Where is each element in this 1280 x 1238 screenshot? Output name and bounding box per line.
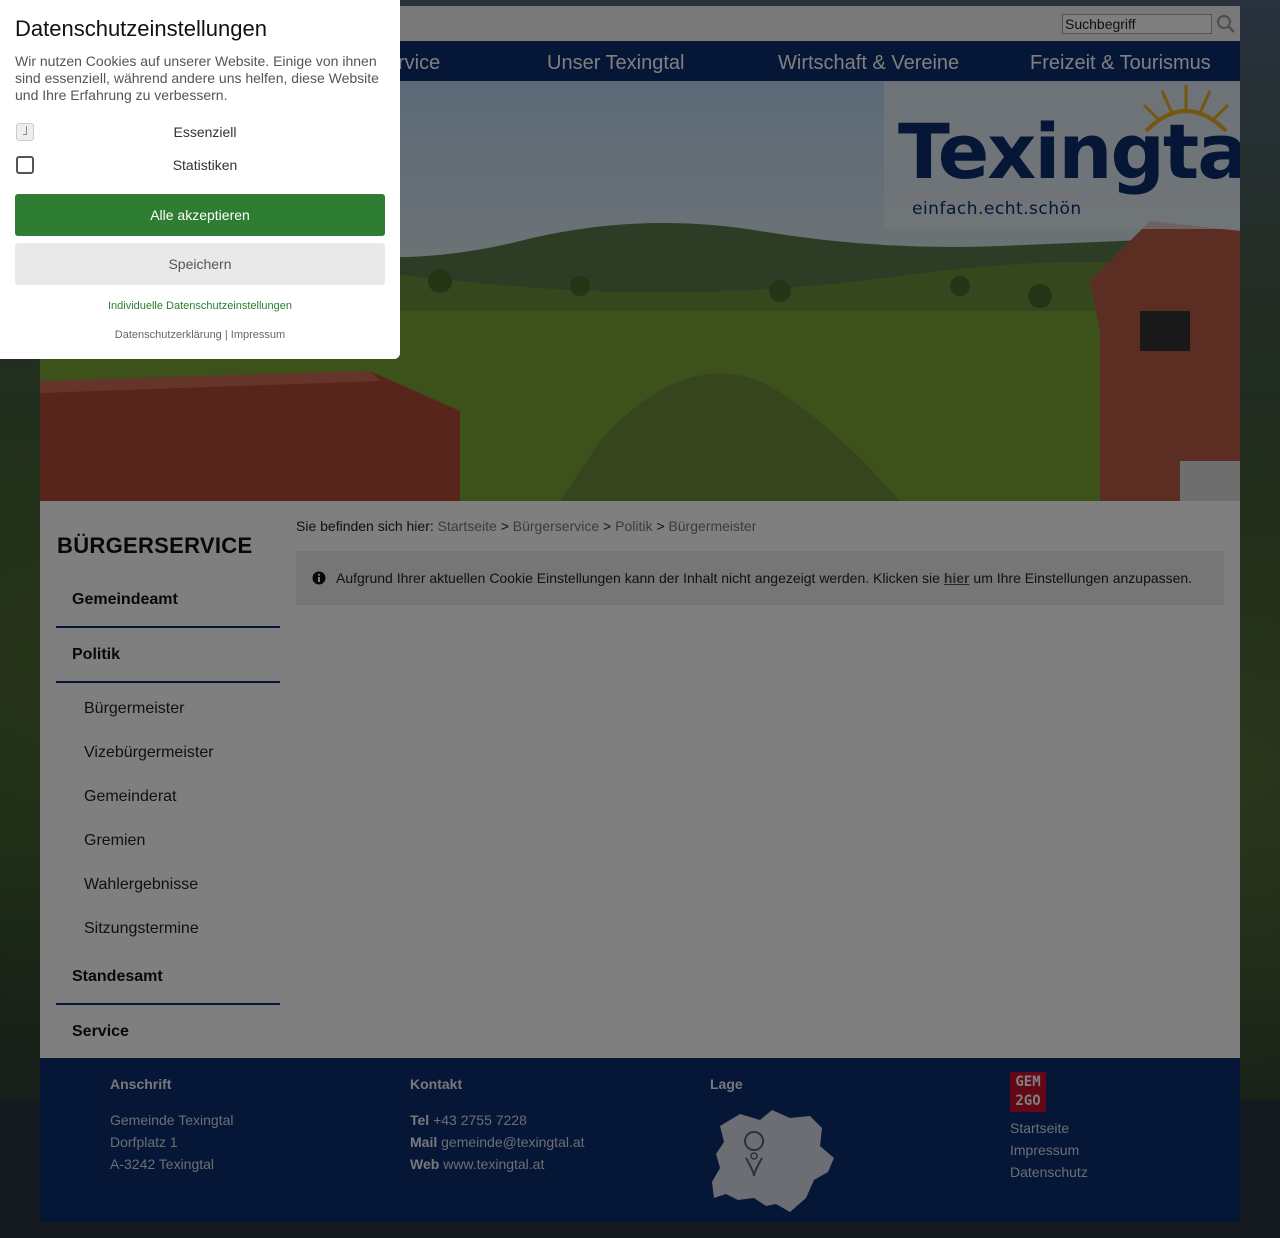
cookie-option-essential: Essenziell	[15, 122, 385, 142]
cookie-dialog-description: Wir nutzen Cookies auf unserer Website. …	[15, 53, 379, 103]
statistics-label: Statistiken	[172, 157, 238, 173]
essential-label: Essenziell	[173, 124, 237, 140]
save-button[interactable]: Speichern	[15, 243, 385, 285]
cookie-option-statistics[interactable]: Statistiken	[15, 155, 385, 175]
individual-settings-link-label[interactable]: Individuelle Datenschutzeinstellungen	[108, 300, 292, 312]
privacy-policy-link[interactable]: Datenschutzerklärung	[115, 329, 222, 341]
cookie-dialog: Datenschutzeinstellungen Wir nutzen Cook…	[0, 0, 400, 359]
imprint-link[interactable]: Impressum	[231, 329, 285, 341]
cookie-dialog-title: Datenschutzeinstellungen	[15, 16, 267, 41]
accept-all-button[interactable]: Alle akzeptieren	[15, 194, 385, 236]
cookie-dialog-links: Datenschutzerklärung | Impressum	[114, 329, 286, 341]
individual-settings-link: Individuelle Datenschutzeinstellungen	[0, 300, 400, 312]
